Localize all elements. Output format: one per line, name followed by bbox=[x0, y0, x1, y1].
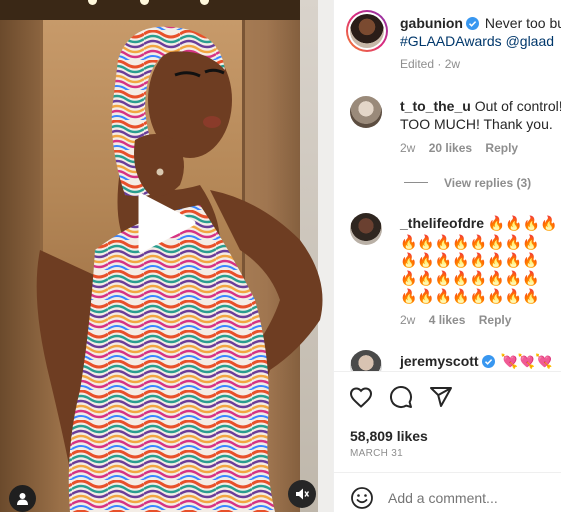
post-date: MARCH 31 bbox=[350, 448, 403, 459]
comment-emoji-line: 🔥🔥🔥🔥🔥🔥🔥🔥 bbox=[400, 270, 540, 286]
comment-text: jeremyscott 💘💘💘 bbox=[400, 353, 553, 369]
heart-icon bbox=[349, 387, 373, 408]
caption-hashtags[interactable]: #GLAADAwards @glaad bbox=[400, 33, 554, 49]
replies-divider bbox=[404, 182, 428, 183]
comment-age: 2w bbox=[400, 313, 416, 327]
author-avatar[interactable] bbox=[346, 10, 388, 52]
comment-meta: 2w 4 likes Reply bbox=[400, 313, 511, 327]
caption-text: Never too bu bbox=[484, 15, 561, 31]
comment-emoji-line: 🔥🔥🔥🔥🔥🔥🔥🔥 bbox=[400, 234, 540, 250]
reply-button[interactable]: Reply bbox=[479, 313, 512, 327]
actions-section: 58,809 likes MARCH 31 bbox=[334, 372, 561, 472]
video-player[interactable] bbox=[0, 0, 333, 512]
share-button[interactable] bbox=[428, 384, 454, 410]
author-username[interactable]: gabunion bbox=[400, 15, 463, 31]
comment-bubble-icon bbox=[390, 386, 412, 408]
comment-text: _thelifeofdre 🔥🔥🔥🔥 bbox=[400, 215, 558, 231]
like-button[interactable] bbox=[348, 384, 374, 410]
commenter-username[interactable]: jeremyscott bbox=[400, 353, 479, 369]
verified-badge-icon bbox=[481, 355, 495, 368]
play-icon bbox=[138, 193, 196, 253]
likes-count[interactable]: 58,809 likes bbox=[350, 428, 428, 444]
smiley-icon bbox=[351, 487, 373, 509]
comment-input[interactable] bbox=[388, 486, 558, 510]
commenter-username[interactable]: t_to_the_u bbox=[400, 98, 471, 114]
reply-button[interactable]: Reply bbox=[485, 141, 518, 155]
comment-button[interactable] bbox=[388, 384, 414, 410]
verified-badge-icon bbox=[466, 17, 479, 30]
comment-likes[interactable]: 20 likes bbox=[429, 141, 472, 155]
tagged-users-button[interactable] bbox=[9, 485, 36, 512]
emoji-picker-button[interactable] bbox=[349, 485, 375, 511]
paper-plane-icon bbox=[430, 387, 452, 407]
comment-likes[interactable]: 4 likes bbox=[429, 313, 466, 327]
play-button[interactable] bbox=[134, 191, 198, 255]
muted-speaker-icon bbox=[296, 488, 309, 500]
comment-meta: 2w 20 likes Reply bbox=[400, 141, 518, 155]
mute-button[interactable] bbox=[288, 480, 316, 508]
view-replies-button[interactable]: View replies (3) bbox=[444, 176, 531, 190]
comment-text: t_to_the_u Out of control! bbox=[400, 98, 561, 114]
caption-edited-time: Edited · 2w bbox=[400, 57, 461, 71]
commenter-avatar[interactable] bbox=[350, 213, 382, 245]
comment-text-continued: TOO MUCH! Thank you. bbox=[400, 116, 553, 132]
comment-emoji-line: 🔥🔥🔥🔥🔥🔥🔥🔥 bbox=[400, 288, 540, 304]
video-subject bbox=[36, 26, 323, 512]
comment-age: 2w bbox=[400, 141, 416, 155]
commenter-username[interactable]: _thelifeofdre bbox=[400, 215, 484, 231]
user-icon bbox=[17, 493, 28, 505]
comment-emoji-line: 🔥🔥🔥🔥🔥🔥🔥🔥 bbox=[400, 252, 540, 268]
caption: gabunion Never too bu bbox=[400, 15, 561, 31]
comment-box-divider bbox=[334, 472, 561, 473]
post-sidebar: gabunion Never too bu #GLAADAwards @glaa… bbox=[333, 0, 561, 512]
commenter-avatar[interactable] bbox=[350, 96, 382, 128]
